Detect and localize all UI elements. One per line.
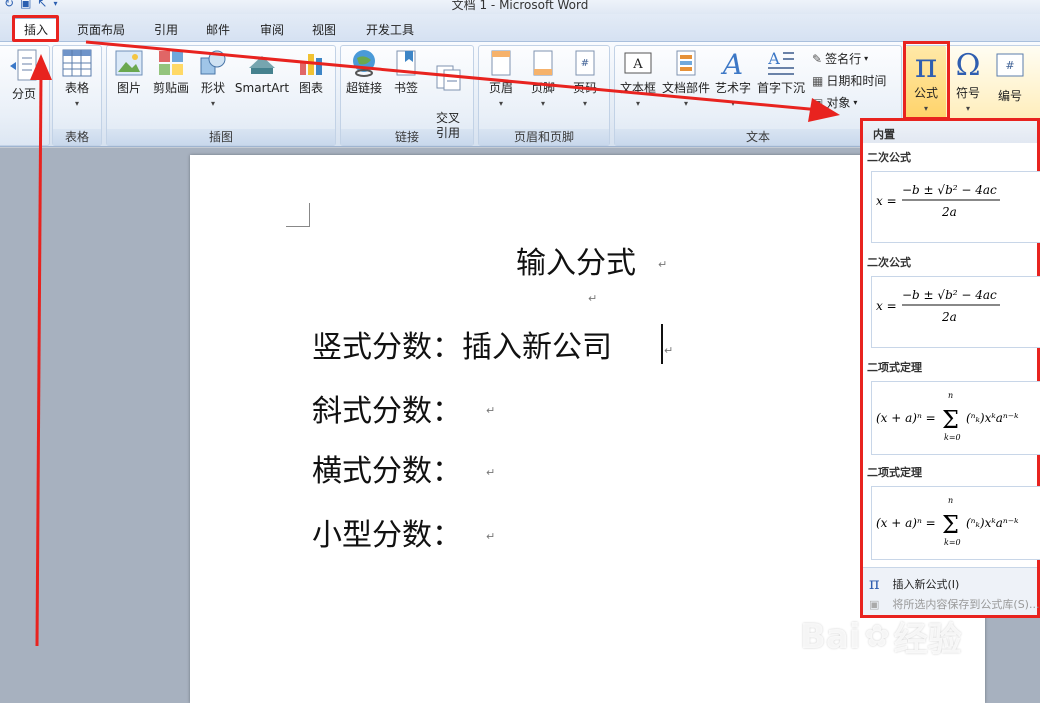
paw-icon: ✿ xyxy=(864,619,890,654)
watermark-url: jingyan.baidu.com xyxy=(804,661,934,677)
annotation-arrows xyxy=(30,40,840,647)
baidu-watermark: Bai ✿ 经验 jingyan.baidu.com xyxy=(800,612,1000,702)
watermark-brand: Bai xyxy=(800,616,861,657)
watermark-brand-cn: 经验 xyxy=(893,620,962,660)
diagonal-annotation-arrow xyxy=(85,40,821,112)
arrow-head-right xyxy=(808,98,840,122)
vertical-annotation-arrow xyxy=(35,71,43,647)
arrow-head-up xyxy=(30,54,52,80)
